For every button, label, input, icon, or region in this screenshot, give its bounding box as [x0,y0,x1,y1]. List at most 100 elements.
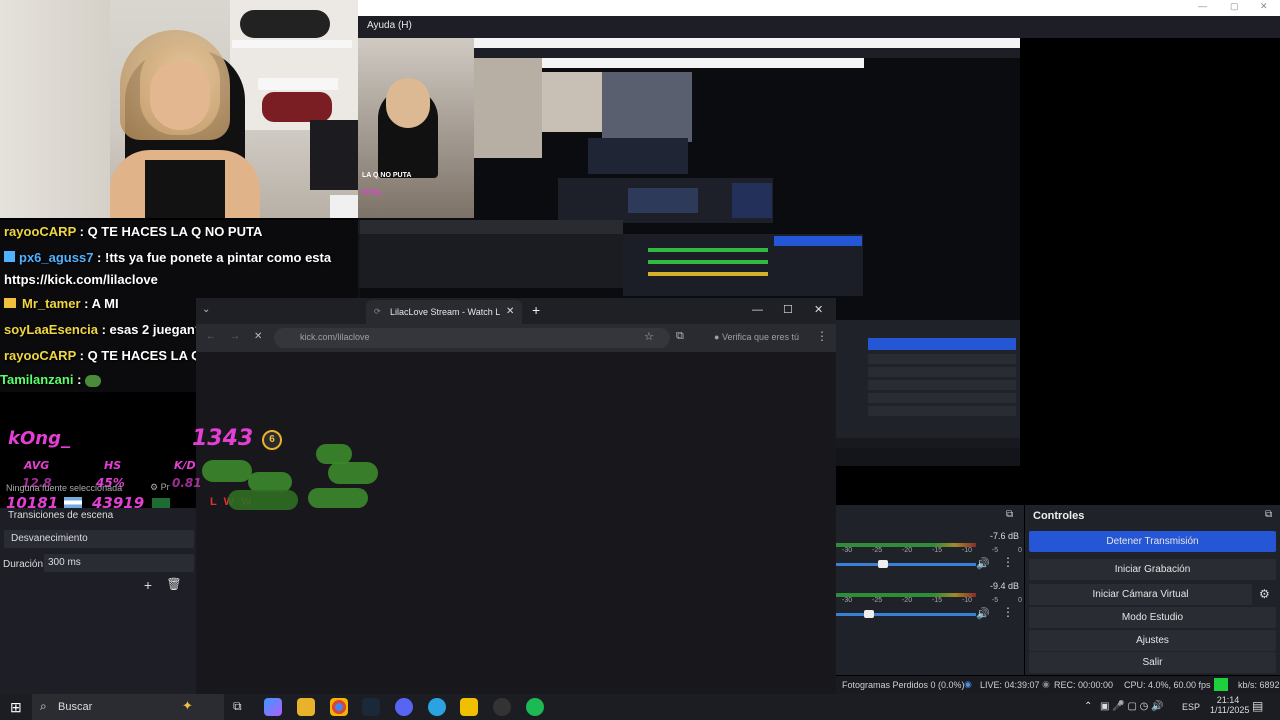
transition-select[interactable]: Desvanecimiento [4,530,194,548]
chat-line: https://kick.com/lilaclove [4,272,158,287]
add-icon[interactable]: + [140,577,156,593]
maximize-icon[interactable]: ☐ [783,303,793,316]
url-field[interactable]: kick.com/lilaclove [274,328,670,348]
tab-search-icon[interactable]: ⌄ [202,304,210,315]
tray-icons[interactable]: ▣ 🎤 ▢ ◷ 🔊 [1100,701,1164,712]
undock-icon[interactable]: ⧉ [1265,509,1272,520]
volume-slider[interactable] [836,563,976,566]
sparkle-icon: ✦ [182,698,193,713]
mixer-db: -9.4 dB [990,581,1020,591]
telegram-icon[interactable] [428,698,446,716]
new-tab-icon[interactable]: + [532,302,540,318]
obs-icon[interactable] [493,698,511,716]
studio-mode-button[interactable]: Modo Estudio [1029,607,1276,628]
maximize-icon[interactable]: ▢ [1230,1,1239,12]
discord-icon[interactable] [395,698,413,716]
file-explorer-icon[interactable] [297,698,315,716]
forward-icon[interactable]: → [230,331,240,342]
properties-button[interactable]: ⚙ Pr [150,482,170,493]
bookmark-star-icon[interactable]: ☆ [644,330,654,343]
trash-icon[interactable]: 🗑 [166,577,182,593]
emote-icon [85,374,102,387]
duration-label: Duración [3,559,44,570]
status-bar: Fotogramas Perdidos 0 (0.0%) ◉ LIVE: 04:… [836,676,1280,694]
game-stats-overlay: kOng_ 1343 6 AVG HS K/D 12.8 45% 0.81 Ni… [0,424,378,512]
virtual-camera-button[interactable]: Iniciar Cámara Virtual [1029,584,1252,605]
gear-icon: ⚙ [150,482,159,492]
exit-button[interactable]: Salir [1029,652,1276,673]
windows-icon[interactable]: ⊞ [10,699,22,716]
mixer-scale: -30 -25 -20 -15 -10 -5 0 [842,547,1022,554]
notification-icon[interactable]: ▤ [1252,699,1263,713]
kd-label: K/D [174,459,196,472]
kick-badge-icon [4,251,15,262]
minimize-icon[interactable]: — [1198,1,1207,11]
connection-indicator [1214,678,1228,691]
chrome-icon[interactable] [330,698,348,716]
obs-title-bar: — ▢ ✕ [358,0,1280,16]
menu-icon[interactable]: ⋮ [1002,555,1014,569]
live-icon: ◉ [964,679,972,689]
copilot-icon[interactable] [264,698,282,716]
gear-icon[interactable]: ⚙ [1259,587,1270,601]
undock-icon[interactable]: ⧉ [1006,509,1013,520]
pepe-emotes [198,444,388,516]
search-icon: ⌕ [40,699,47,713]
close-icon[interactable]: ✕ [1260,1,1268,12]
slider-handle[interactable] [864,610,874,618]
scene-transitions-panel: Transiciones de escena Desvanecimiento D… [0,508,196,694]
tab-bar: ⌄ ⟳ LilacLove Stream - Watch Live o ✕ + … [196,298,836,324]
player-name: kOng_ [8,428,70,449]
start-recording-button[interactable]: Iniciar Grabación [1029,559,1276,580]
volume-slider[interactable] [836,613,976,616]
slider-handle[interactable] [878,560,888,568]
profile-icon: ● [714,332,720,342]
tab-close-icon[interactable]: ✕ [506,306,514,317]
dropped-frames: Fotogramas Perdidos 0 (0.0%) [842,680,965,690]
mixer-scale: -30 -25 -20 -15 -10 -5 0 [842,597,1022,604]
settings-button[interactable]: Ajustes [1029,630,1276,651]
preview-controls-panel [836,320,1020,466]
address-bar-row: ← → ✕ kick.com/lilaclove ☆ ⧉ ● Verifica … [196,324,836,352]
chat-line: px6_aguss7 : !tts ya fue ponete a pintar… [4,250,331,265]
clock[interactable]: 21:14 1/11/2025 [1210,695,1249,715]
webcam-feed [0,0,358,218]
level-badge: 6 [262,430,282,450]
speaker-icon[interactable]: 🔊 [976,557,990,570]
panel-title: Transiciones de escena [8,510,114,521]
hs-label: HS [104,459,122,472]
task-view-icon[interactable]: ⧉ [233,699,242,714]
chat-line: Mr_tamer : A MI [4,296,119,311]
crown-badge-icon [4,298,16,308]
obs-menu-bar: Ayuda (H) [358,16,1280,38]
speaker-icon[interactable]: 🔊 [976,607,990,620]
stop-stream-button[interactable]: Detener Transmisión [1029,531,1276,552]
menu-icon[interactable]: ⋮ [1002,605,1014,619]
spotify-icon[interactable] [526,698,544,716]
chat-line: Tamilanzani : [0,372,102,387]
search-box[interactable]: ⌕ Buscar ✦ [32,694,224,720]
live-time: LIVE: 04:39:07 [980,680,1040,690]
flag-icon [152,498,170,508]
minimize-icon[interactable]: — [752,304,763,316]
taskbar: ⊞ ⌕ Buscar ✦ ⧉ ⌃ ▣ 🎤 ▢ ◷ 🔊 ESP 21:14 1/11… [0,694,1280,720]
menu-icon[interactable]: ⋮ [816,329,828,343]
browser-tab[interactable]: ⟳ LilacLove Stream - Watch Live o ✕ [366,300,522,324]
stop-icon[interactable]: ✕ [254,331,262,342]
extensions-icon[interactable]: ⧉ [676,330,684,343]
audio-mixer: ⧉ -7.6 dB -30 -25 -20 -15 -10 -5 0 🔊 ⋮ -9.4 dB… [836,505,1024,675]
duration-field[interactable]: 300 ms [44,554,194,572]
bitrate: kb/s: 6892 [1238,680,1280,690]
language[interactable]: ESP [1182,702,1200,712]
profile-chip[interactable]: ● Verifica que eres tú [714,332,799,342]
chat-line: soyLaaEsencia : esas 2 juegan? [4,322,203,337]
page-content [196,352,836,694]
avg-label: AVG [24,459,50,472]
app-icon[interactable] [460,698,478,716]
back-icon[interactable]: ← [206,331,216,342]
menu-help[interactable]: Ayuda (H) [367,20,412,31]
mixer-db: -7.6 dB [990,531,1020,541]
close-icon[interactable]: ✕ [814,303,823,316]
steam-icon[interactable] [362,698,380,716]
chevron-up-icon[interactable]: ⌃ [1084,701,1092,712]
